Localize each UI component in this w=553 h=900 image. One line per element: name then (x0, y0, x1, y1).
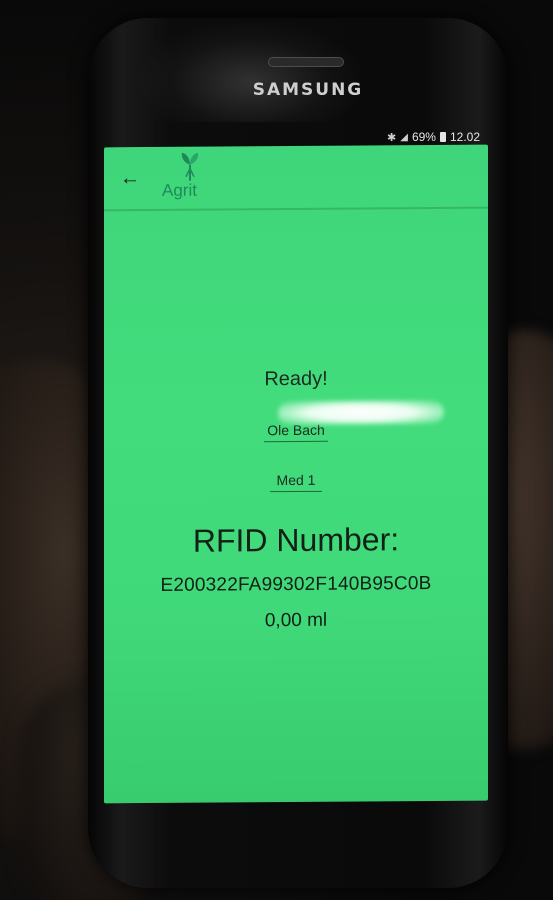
rfid-number: E200322FA99302F140B95C0B (160, 573, 432, 596)
medicine-field[interactable]: Med 1 (270, 471, 322, 493)
main-content: Ready! Ole Bach Med 1 RFID Number: E2003… (104, 207, 488, 804)
battery-icon (439, 132, 446, 142)
phone-brand-label: SAMSUNG (252, 80, 364, 100)
clock: 12.02 (449, 130, 480, 144)
app-screen: ← Agrit Ready! Ole Bach Med 1 RFID Numbe… (104, 144, 488, 804)
screen-glare (278, 399, 444, 426)
app-logo: Agrit (160, 151, 220, 205)
sprout-icon (181, 152, 199, 181)
volume-readout: 0,00 ml (264, 609, 328, 632)
app-logo-text: Agrit (162, 180, 197, 200)
speaker-grille (268, 57, 344, 67)
signal-icon: ◢ (400, 131, 408, 143)
rfid-title: RFID Number: (192, 521, 400, 559)
back-arrow-icon[interactable]: ← (120, 167, 142, 189)
status-bar: ✱ ◢ 69% 12.02 (330, 128, 480, 146)
phone-gloss (140, 22, 360, 122)
photo: SAMSUNG ✱ ◢ 69% 12.02 ← Agrit Ready! Ole… (0, 0, 553, 900)
battery-percent: 69% (411, 130, 436, 144)
status-text: Ready! (264, 367, 328, 391)
bluetooth-icon: ✱ (387, 131, 397, 144)
app-bar: ← Agrit (104, 144, 488, 212)
